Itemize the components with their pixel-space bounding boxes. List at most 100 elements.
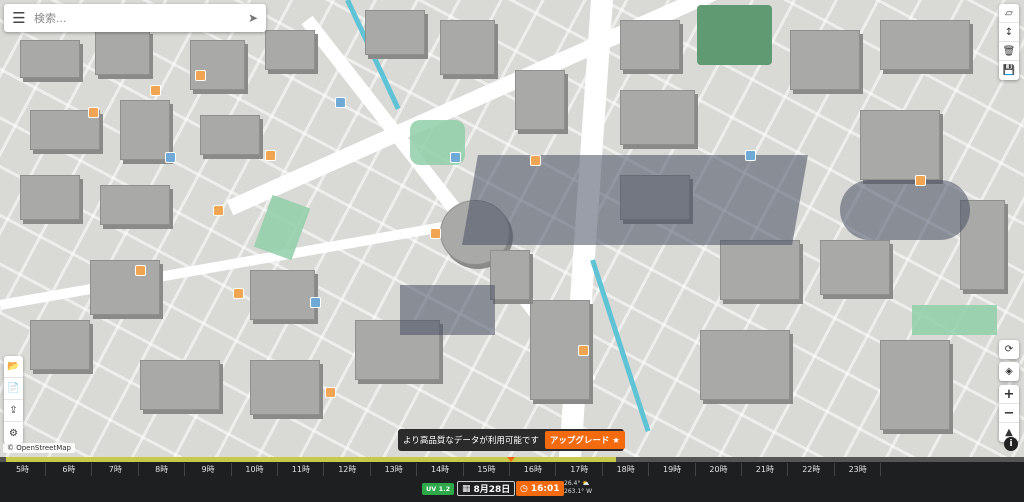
poi-marker[interactable] [915, 175, 926, 186]
building [700, 330, 790, 400]
river [590, 259, 651, 432]
building-shadow [400, 285, 495, 335]
hour-label[interactable]: 15時 [464, 463, 510, 476]
hour-label[interactable]: 6時 [46, 463, 93, 476]
building [880, 20, 970, 70]
hour-label[interactable]: 13時 [371, 463, 418, 476]
time-picker[interactable]: ◷ 16:01 [516, 481, 564, 496]
poi-marker[interactable] [165, 152, 176, 163]
poi-marker[interactable] [150, 85, 161, 96]
building [200, 115, 260, 155]
file-export-icon[interactable]: 📄 [4, 378, 23, 400]
trash-icon[interactable]: 🗑 [999, 42, 1019, 61]
hour-label[interactable]: 22時 [789, 463, 835, 476]
building [880, 340, 950, 430]
sun-altitude: 26.4° ⛅ [564, 480, 590, 487]
folder-icon[interactable]: 📂 [4, 356, 23, 378]
settings-icon[interactable]: ⚙ [4, 422, 23, 444]
building [100, 185, 170, 225]
building [440, 20, 495, 75]
share-icon[interactable]: ⇪ [4, 400, 23, 422]
poi-marker[interactable] [213, 205, 224, 216]
poi-marker[interactable] [325, 387, 336, 398]
building [30, 320, 90, 370]
zoom-out-icon[interactable]: − [999, 404, 1019, 423]
building [490, 250, 530, 300]
hour-label[interactable]: 17時 [557, 463, 603, 476]
park [697, 5, 772, 65]
hour-label[interactable]: 7時 [93, 463, 139, 476]
upgrade-button[interactable]: アップグレード ★ [544, 431, 625, 449]
uv-index-badge: UV 1.2 [422, 483, 455, 495]
building [140, 360, 220, 410]
building [250, 270, 315, 320]
poi-marker[interactable] [450, 152, 461, 163]
hour-label[interactable]: 23時 [835, 463, 882, 476]
poi-marker[interactable] [265, 150, 276, 161]
hour-labels: 5時 6時 7時 8時 9時 10時 11時 12時 13時 14時 15時 16時 17時 18時 19時… [0, 463, 1024, 477]
building [250, 360, 320, 415]
navigate-arrow-icon[interactable]: ➤ [240, 4, 266, 32]
zoom-in-icon[interactable]: + [999, 385, 1019, 404]
save-icon[interactable]: 💾 [999, 61, 1019, 80]
vertical-resize-icon[interactable]: ↕ [999, 23, 1019, 42]
building [20, 175, 80, 220]
info-icon[interactable]: i [1004, 437, 1018, 451]
map-attribution[interactable]: © OpenStreetMap [3, 443, 75, 453]
poi-marker[interactable] [335, 97, 346, 108]
attribution-text: © OpenStreetMap [7, 444, 71, 452]
building [860, 110, 940, 180]
hour-label[interactable]: 18時 [603, 463, 650, 476]
hour-label[interactable]: 11時 [278, 463, 325, 476]
poi-marker[interactable] [745, 150, 756, 161]
compass-rotate-icon[interactable]: ⟳ [999, 340, 1019, 359]
building [620, 90, 695, 145]
hour-label[interactable]: 12時 [325, 463, 371, 476]
current-time-marker[interactable] [507, 457, 515, 462]
poi-marker[interactable] [135, 265, 146, 276]
draw-polygon-icon[interactable]: ▱ [999, 4, 1019, 23]
building [190, 40, 245, 90]
hour-label[interactable]: 9時 [186, 463, 232, 476]
timeline-controls: UV 1.2 ▦ 8月28日 ◷ 16:01 26.4° ⛅ 263.1° W [0, 479, 1024, 501]
building [20, 40, 80, 78]
poi-marker[interactable] [88, 107, 99, 118]
poi-marker[interactable] [233, 288, 244, 299]
hour-label[interactable]: 5時 [0, 463, 46, 476]
poi-marker[interactable] [578, 345, 589, 356]
poi-marker[interactable] [310, 297, 321, 308]
building [790, 30, 860, 90]
building [515, 70, 565, 130]
date-picker[interactable]: ▦ 8月28日 [457, 481, 516, 496]
building [90, 260, 160, 315]
park [912, 305, 997, 335]
map-canvas[interactable] [0, 0, 1024, 457]
hour-label[interactable]: 8時 [139, 463, 186, 476]
upgrade-banner: より高品質なデータが利用可能です アップグレード ★ [398, 429, 625, 451]
building [365, 10, 425, 55]
sun-position-info: 26.4° ⛅ 263.1° W [564, 480, 592, 496]
clock-icon: ◷ [520, 483, 528, 494]
hour-label[interactable]: 20時 [696, 463, 742, 476]
layers-icon[interactable]: ◈ [999, 362, 1019, 381]
building-shadow [462, 155, 808, 245]
hour-label[interactable]: 14時 [418, 463, 464, 476]
daylight-bar [6, 457, 616, 462]
hour-label[interactable]: 16時 [510, 463, 557, 476]
hamburger-menu-icon[interactable]: ☰ [4, 4, 34, 32]
hour-label[interactable]: 21時 [742, 463, 789, 476]
time-slider[interactable]: 5時 6時 7時 8時 9時 10時 11時 12時 13時 14時 15時 16時 17時 18時 19時… [0, 457, 1024, 502]
hour-label[interactable]: 19時 [650, 463, 696, 476]
road [0, 218, 464, 310]
night-segment [616, 457, 1024, 462]
right-toolbar-zoom: + − ▲ [999, 385, 1019, 442]
date-label: 8月28日 [473, 485, 511, 495]
poi-marker[interactable] [195, 70, 206, 81]
building [265, 30, 315, 70]
building [95, 30, 150, 75]
poi-marker[interactable] [530, 155, 541, 166]
search-input[interactable] [34, 11, 240, 25]
poi-marker[interactable] [430, 228, 441, 239]
hour-label[interactable]: 10時 [232, 463, 278, 476]
right-toolbar-layers: ◈ [999, 362, 1019, 381]
